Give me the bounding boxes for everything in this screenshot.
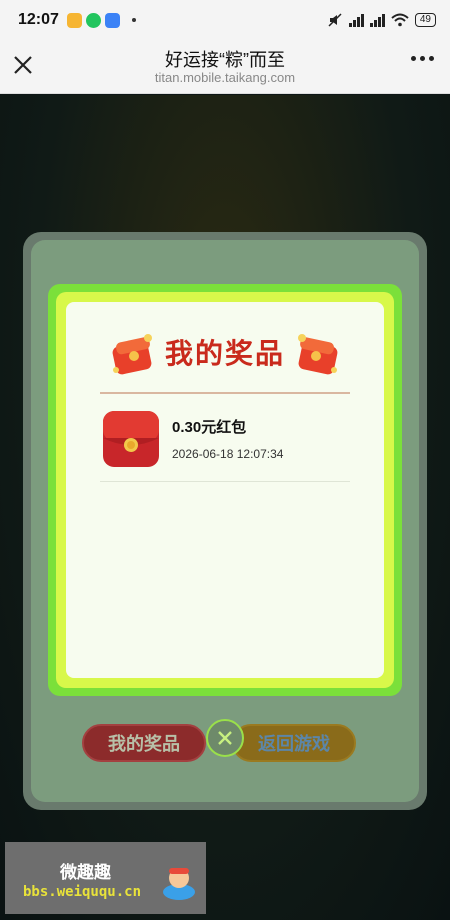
close-modal-button[interactable] bbox=[206, 719, 244, 757]
watermark: 微趣趣 bbs.weiququ.cn bbox=[5, 842, 206, 914]
status-app-icons bbox=[66, 12, 120, 28]
status-time: 12:07 bbox=[18, 11, 59, 28]
prize-timestamp: 2026-06-18 12:07:34 bbox=[172, 447, 284, 461]
mute-icon bbox=[328, 13, 342, 27]
status-bar: 12:07 49 bbox=[0, 0, 450, 40]
prize-card-body: 我的奖品 0.30元红包 2026-06-18 12:07:34 bbox=[66, 302, 384, 678]
list-item: 0.30元红包 2026-06-18 12:07:34 bbox=[100, 402, 350, 482]
wifi-icon bbox=[391, 13, 409, 27]
notification-dot-icon bbox=[131, 18, 136, 22]
page-title: 好运接“粽”而至 bbox=[165, 50, 285, 70]
title-divider bbox=[100, 392, 350, 394]
signal-2-icon bbox=[369, 13, 385, 27]
red-envelope-icon bbox=[103, 411, 159, 467]
wechat-icon bbox=[85, 12, 101, 28]
close-icon bbox=[218, 731, 232, 745]
watermark-url: bbs.weiququ.cn bbox=[23, 884, 142, 900]
notes-app-icon bbox=[66, 12, 82, 28]
more-menu-icon[interactable] bbox=[411, 56, 434, 61]
prize-card-border: 我的奖品 0.30元红包 2026-06-18 12:07:34 bbox=[56, 292, 394, 688]
page-url: titan.mobile.taikang.com bbox=[154, 70, 296, 85]
prize-name: 0.30元红包 bbox=[172, 419, 247, 436]
status-indicators: 49 bbox=[327, 12, 436, 28]
prize-card: 我的奖品 0.30元红包 2026-06-18 12:07:34 bbox=[48, 284, 402, 696]
red-envelope-mascot-icon bbox=[298, 334, 338, 375]
battery-icon: 49 bbox=[414, 13, 436, 27]
my-prizes-button[interactable]: 我的奖品 bbox=[82, 724, 206, 762]
watermark-title: 微趣趣 bbox=[60, 863, 111, 882]
game-app-icon bbox=[104, 12, 120, 28]
back-to-game-button[interactable]: 返回游戏 bbox=[232, 724, 356, 762]
browser-nav-bar: 好运接“粽”而至 titan.mobile.taikang.com bbox=[0, 40, 450, 94]
signal-icon bbox=[348, 13, 364, 27]
mascot-icon bbox=[163, 868, 195, 900]
